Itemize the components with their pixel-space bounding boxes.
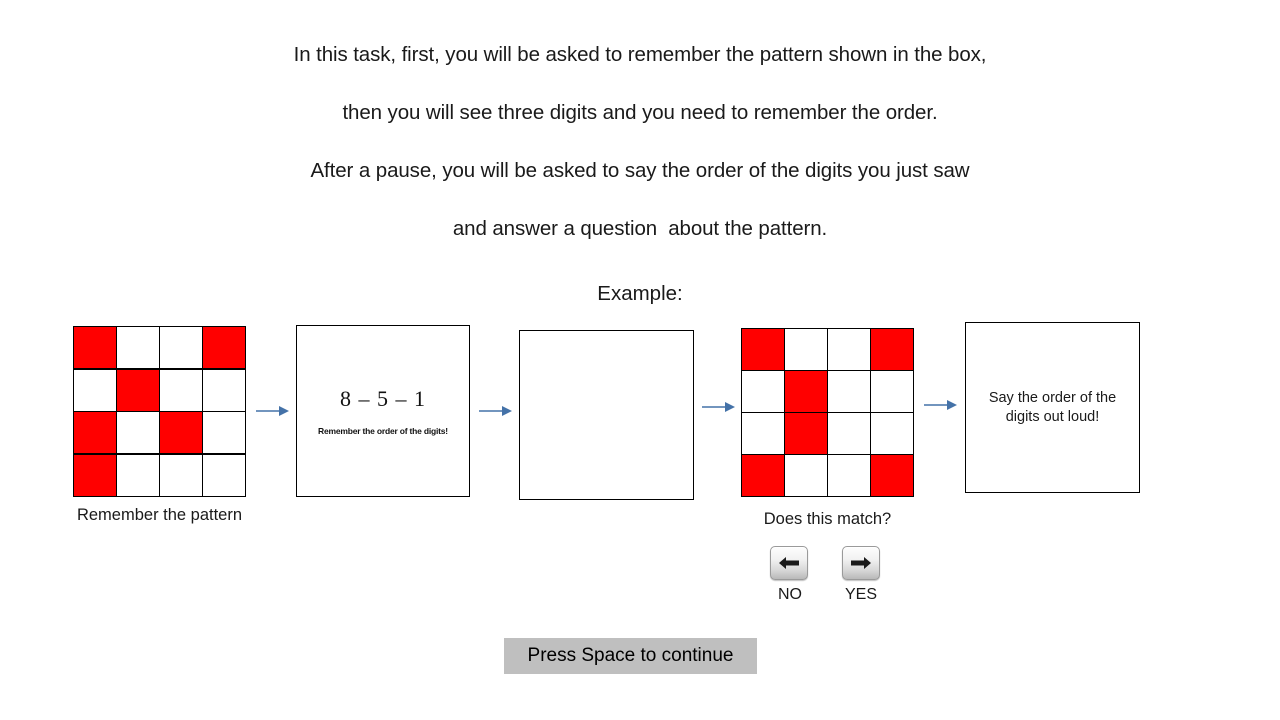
flow-arrow-4 bbox=[924, 397, 957, 413]
pattern-grid bbox=[73, 326, 246, 497]
arrow-right-icon bbox=[850, 555, 872, 571]
grid-cell-r1-c3 bbox=[828, 329, 870, 370]
digits-box: 8 – 5 – 1 Remember the order of the digi… bbox=[296, 325, 470, 497]
arrow-left-icon bbox=[778, 555, 800, 571]
digits-sequence: 8 – 5 – 1 bbox=[340, 386, 426, 411]
grid-cell-r1-c3 bbox=[160, 327, 202, 369]
digits-hint-text: Remember the order of the digits! bbox=[318, 426, 448, 436]
response-key-yes-label: YES bbox=[844, 586, 877, 603]
grid-cell-r1-c2 bbox=[117, 327, 159, 369]
grid-cell-r1-c4 bbox=[203, 327, 245, 369]
grid-cell-r2-c4 bbox=[203, 369, 245, 411]
grid-cell-r1-c1 bbox=[742, 329, 784, 370]
press-space-label: Press Space to continue bbox=[527, 645, 734, 666]
grid-cell-r2-c4 bbox=[871, 371, 913, 412]
grid-cell-r4-c3 bbox=[160, 454, 202, 496]
grid-cell-r3-c2 bbox=[117, 412, 159, 454]
grid-cell-r4-c2 bbox=[785, 455, 827, 496]
grid-cell-r4-c4 bbox=[871, 455, 913, 496]
grid-cell-r2-c2 bbox=[785, 371, 827, 412]
grid-cell-r2-c3 bbox=[160, 369, 202, 411]
flow-arrow-1 bbox=[256, 403, 289, 419]
grid-cell-r3-c4 bbox=[871, 413, 913, 454]
grid-cell-r3-c2 bbox=[785, 413, 827, 454]
grid-cell-r2-c2 bbox=[117, 369, 159, 411]
grid-cell-r2-c3 bbox=[828, 371, 870, 412]
grid-cell-r4-c2 bbox=[117, 454, 159, 496]
grid-cell-r1-c1 bbox=[74, 327, 116, 369]
response-key-no[interactable] bbox=[770, 546, 808, 580]
grid-cell-r2-c1 bbox=[742, 371, 784, 412]
grid-cell-r4-c1 bbox=[742, 455, 784, 496]
grid-cell-r4-c3 bbox=[828, 455, 870, 496]
response-key-yes[interactable] bbox=[842, 546, 880, 580]
say-aloud-box: Say the order of the digits out loud! bbox=[965, 322, 1140, 493]
probe-grid bbox=[741, 328, 914, 497]
pause-blank-box bbox=[519, 330, 694, 500]
pattern-grid-caption: Remember the pattern bbox=[76, 506, 243, 524]
grid-cell-r3-c1 bbox=[74, 412, 116, 454]
grid-cell-r3-c3 bbox=[160, 412, 202, 454]
flow-arrow-3 bbox=[702, 399, 735, 415]
grid-cell-r1-c2 bbox=[785, 329, 827, 370]
grid-cell-r3-c4 bbox=[203, 412, 245, 454]
flow-arrow-2 bbox=[479, 403, 512, 419]
response-key-no-label: NO bbox=[778, 586, 802, 603]
grid-cell-r1-c4 bbox=[871, 329, 913, 370]
probe-grid-caption: Does this match? bbox=[763, 510, 892, 528]
grid-cell-r3-c3 bbox=[828, 413, 870, 454]
say-aloud-text: Say the order of the digits out loud! bbox=[988, 389, 1117, 425]
press-space-to-continue-bar[interactable]: Press Space to continue bbox=[504, 638, 757, 674]
grid-cell-r2-c1 bbox=[74, 369, 116, 411]
grid-cell-r3-c1 bbox=[742, 413, 784, 454]
grid-cell-r4-c1 bbox=[74, 454, 116, 496]
grid-cell-r4-c4 bbox=[203, 454, 245, 496]
example-flow-diagram: Remember the pattern 8 – 5 – 1 Remember … bbox=[0, 0, 1280, 720]
